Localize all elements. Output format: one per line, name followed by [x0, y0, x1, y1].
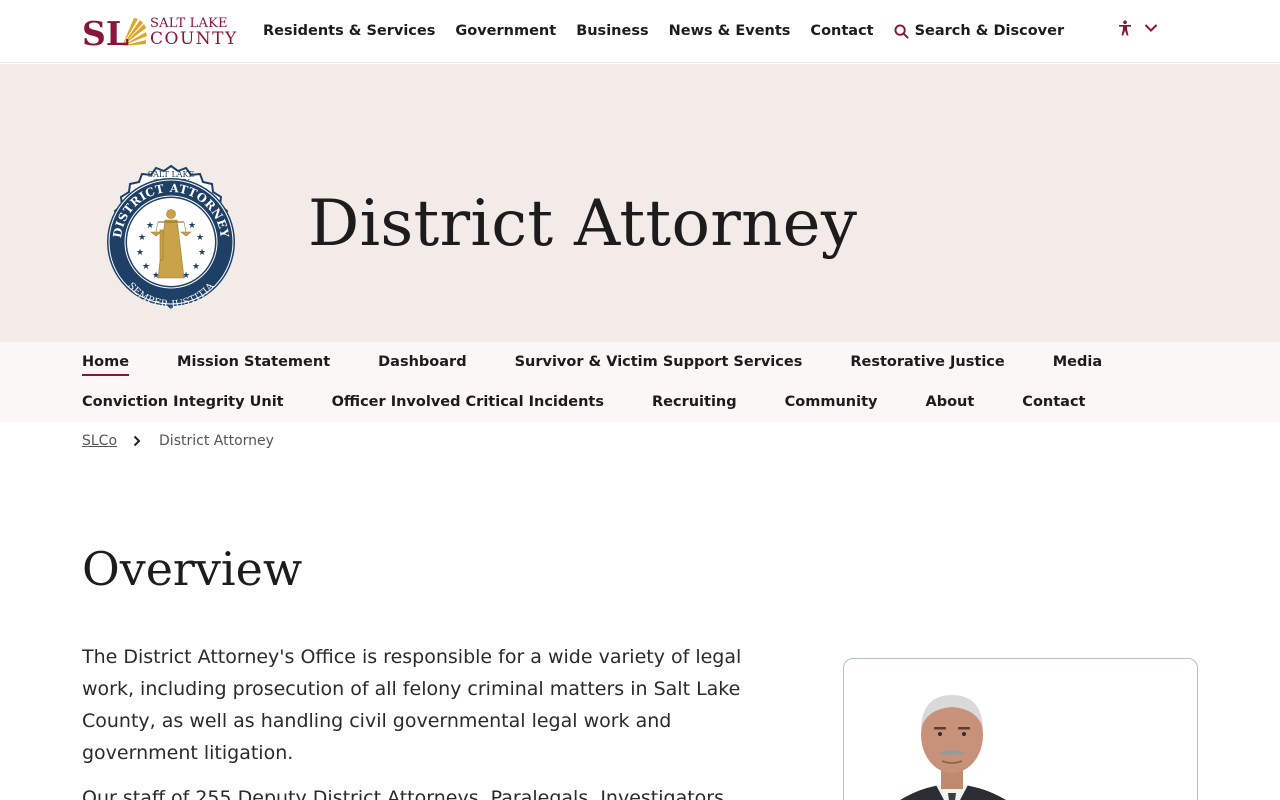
tab-dashboard[interactable]: Dashboard — [378, 354, 466, 370]
svg-text:★: ★ — [188, 221, 196, 231]
district-attorney-portrait — [900, 695, 1006, 800]
svg-text:SL: SL — [82, 16, 129, 48]
svg-text:★: ★ — [146, 221, 154, 231]
search-discover-button[interactable]: Search & Discover — [894, 23, 1065, 39]
section-nav: Home Mission Statement Dashboard Survivo… — [0, 342, 1280, 422]
tab-contact[interactable]: Contact — [1022, 394, 1085, 410]
nav-government[interactable]: Government — [455, 23, 556, 39]
tab-community[interactable]: Community — [785, 394, 878, 410]
search-icon — [894, 23, 909, 39]
salt-lake-county-logo[interactable]: SL SALT LAKE COUNTY — [82, 16, 248, 48]
tab-recruiting[interactable]: Recruiting — [652, 394, 737, 410]
logo-line-2: COUNTY — [150, 28, 238, 49]
tab-survivor-victim-support[interactable]: Survivor & Victim Support Services — [515, 354, 803, 370]
tab-conviction-integrity-unit[interactable]: Conviction Integrity Unit — [82, 394, 284, 410]
section-nav-row-2: Conviction Integrity Unit Officer Involv… — [82, 392, 1133, 412]
staff-paragraph: Our staff of 255 Deputy District Attorne… — [82, 787, 725, 800]
tab-media[interactable]: Media — [1053, 354, 1102, 370]
hero-banner: SALT LAKE COUNTY DISTRICT ATTORNEY SEMPE… — [0, 64, 1280, 342]
svg-text:★: ★ — [138, 233, 146, 243]
tab-restorative-justice[interactable]: Restorative Justice — [850, 354, 1004, 370]
page-title: District Attorney — [308, 187, 858, 261]
svg-text:★: ★ — [136, 248, 144, 258]
breadcrumb-current: District Attorney — [159, 433, 274, 449]
breadcrumb-home-link[interactable]: SLCo — [82, 433, 117, 449]
breadcrumb: SLCo District Attorney — [82, 433, 274, 449]
svg-text:★: ★ — [192, 262, 200, 272]
section-heading: Overview — [82, 542, 303, 596]
tab-home[interactable]: Home — [82, 354, 130, 376]
district-attorney-seal: SALT LAKE COUNTY DISTRICT ATTORNEY SEMPE… — [107, 164, 235, 310]
intro-paragraph: The District Attorney's Office is respon… — [82, 646, 742, 764]
chevron-right-icon — [133, 435, 141, 447]
search-discover-label: Search & Discover — [914, 23, 1065, 39]
tab-about[interactable]: About — [925, 394, 974, 410]
nav-residents-services[interactable]: Residents & Services — [263, 23, 435, 39]
main-nav: Residents & Services Government Business… — [263, 21, 1064, 41]
chevron-down-icon — [1144, 24, 1158, 32]
district-attorney-photo-card — [843, 658, 1198, 800]
nav-contact[interactable]: Contact — [810, 23, 873, 39]
tab-officer-involved-critical-incidents[interactable]: Officer Involved Critical Incidents — [332, 394, 604, 410]
site-header: SL SALT LAKE COUNTY Residents & Services… — [0, 0, 1280, 63]
tab-mission-statement[interactable]: Mission Statement — [177, 354, 330, 370]
accessibility-icon — [1119, 20, 1131, 36]
svg-text:★: ★ — [198, 248, 206, 258]
slco-logo-mark: SL — [82, 16, 147, 48]
svg-text:★: ★ — [142, 262, 150, 272]
accessibility-menu-button[interactable] — [1118, 20, 1158, 36]
logo-line-1: SALT LAKE — [150, 15, 228, 31]
section-nav-row-1: Home Mission Statement Dashboard Survivo… — [82, 352, 1150, 376]
nav-news-events[interactable]: News & Events — [669, 23, 791, 39]
nav-business[interactable]: Business — [576, 23, 648, 39]
svg-text:★: ★ — [196, 233, 204, 243]
